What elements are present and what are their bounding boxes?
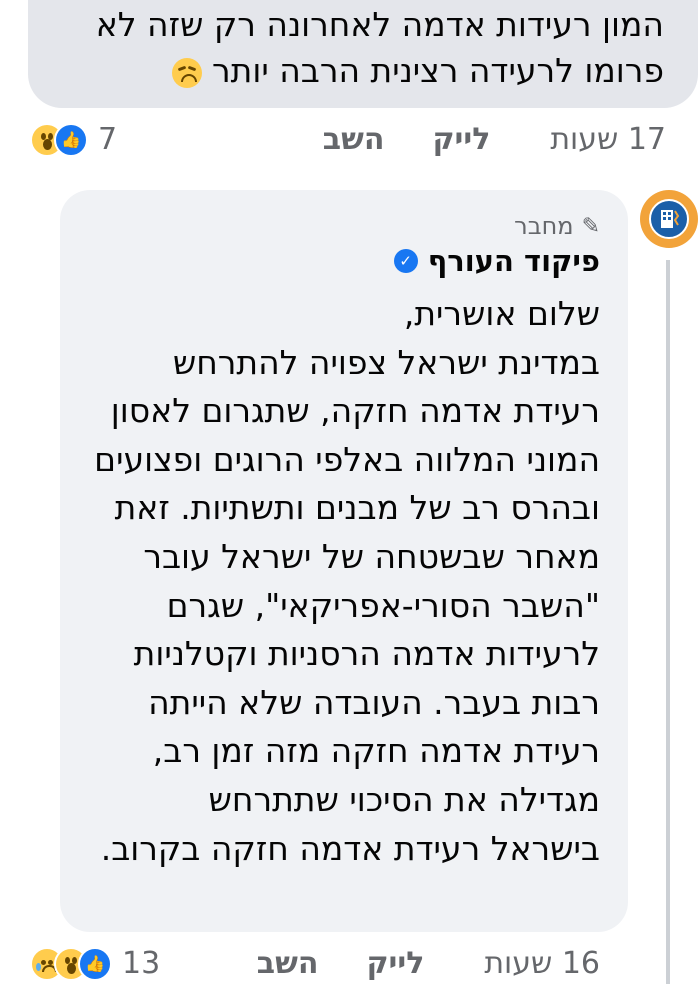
reaction-count: 7 (98, 122, 118, 157)
previous-comment-line: המון רעידות אדמה לאחרונה רק שזה לא (95, 5, 664, 44)
comment-line: רעידת אדמה חזקה מזה זמן רב, (152, 731, 600, 771)
reply-button[interactable]: השב (323, 122, 385, 157)
comment-line: בישראל רעידת אדמה חזקה בקרוב. (100, 828, 600, 868)
comment-line: לרעידות אדמה הרסניות וקטלניות (133, 634, 600, 674)
like-reaction-icon: 👍 (78, 946, 112, 981)
author-name-text[interactable]: פיקוד העורף (428, 244, 600, 278)
comment-timestamp[interactable]: 17 שעות (550, 122, 666, 157)
comment-line: רבות בעבר. העובדה שלא הייתה (148, 682, 600, 722)
author-badge: ✎ מחבר (514, 212, 600, 240)
comment-line: מאחר שבשטחה של ישראל עובר (143, 536, 600, 576)
weary-face-emoji-icon (171, 57, 202, 88)
comment-line: רעידת אדמה חזקה, שתגרום לאסון (110, 391, 600, 431)
comment-author[interactable]: פיקוד העורף ✓ (393, 244, 600, 278)
comment-timestamp[interactable]: 16 שעות (484, 946, 600, 981)
previous-comment-actions: 17 שעות לייק השב (323, 122, 666, 157)
comment-body: שלום אושרית, במדינת ישראל צפויה להתרחש ר… (70, 290, 600, 873)
author-avatar[interactable] (640, 190, 698, 248)
comment-line: "השבר הסורי-אפריקאי", שגרם (166, 585, 600, 625)
comment-actions: 16 שעות לייק השב (257, 946, 600, 981)
reply-button[interactable]: השב (257, 946, 319, 981)
comment-line: ובהרס רב של מבנים ותשתיות. זאת (114, 488, 600, 528)
thread-line (666, 260, 670, 984)
like-button[interactable]: לייק (366, 946, 424, 981)
like-button[interactable]: לייק (432, 122, 490, 157)
previous-comment-bubble: המון רעידות אדמה לאחרונה רק שזה לא פרומו… (28, 0, 698, 108)
previous-comment-line: פרומו לרעידה רצינית הרבה יותר (48, 48, 664, 94)
building-logo-icon (649, 199, 689, 239)
reaction-count: 13 (122, 946, 161, 981)
comment-line: במדינת ישראל צפויה להתרחש (172, 342, 600, 382)
like-reaction-icon: 👍 (54, 122, 88, 157)
comment-line: המוני המלווה באלפי הרוגים ופצועים (94, 439, 600, 479)
pencil-icon: ✎ (581, 213, 600, 239)
verified-badge-icon: ✓ (393, 249, 418, 273)
comment-line: שלום אושרית, (403, 294, 600, 333)
author-badge-label: מחבר (514, 212, 574, 240)
previous-reactions[interactable]: 👍 7 (30, 122, 117, 157)
previous-comment-text: פרומו לרעידה רצינית הרבה יותר (212, 51, 664, 90)
comment-line: מגדילה את הסיכוי שתתרחש (208, 779, 600, 819)
comment-reactions[interactable]: 👍 13 (30, 946, 160, 981)
